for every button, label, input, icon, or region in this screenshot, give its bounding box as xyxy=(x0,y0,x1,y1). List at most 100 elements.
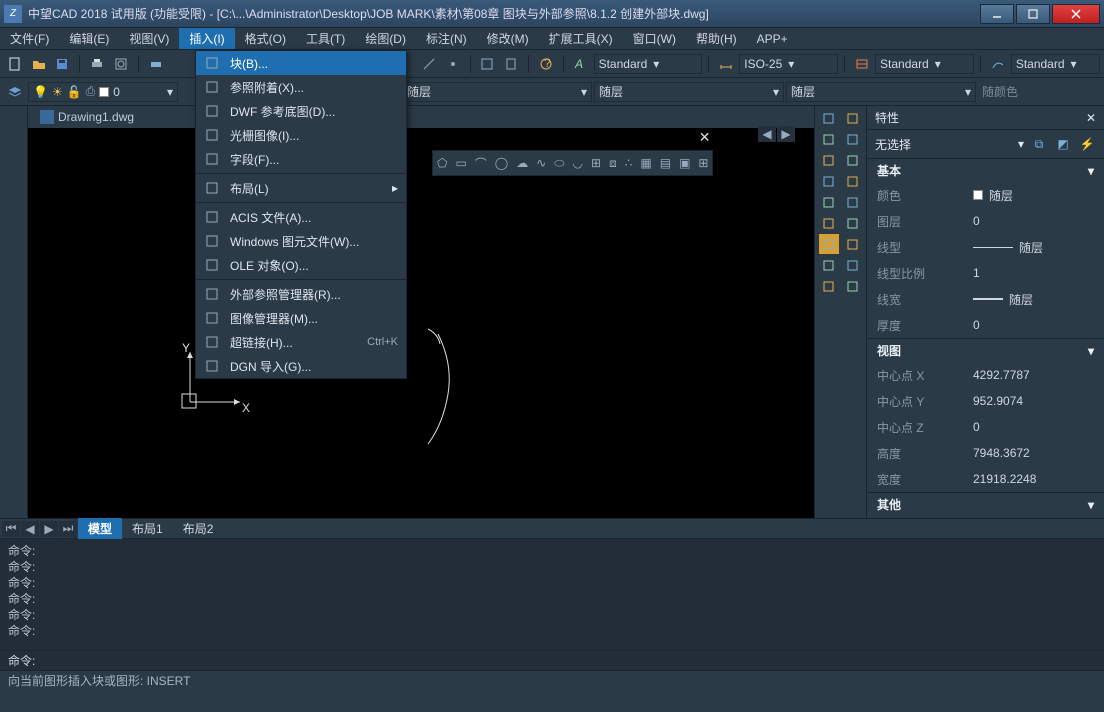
menu-dropdown-item[interactable]: OLE 对象(O)... xyxy=(196,253,406,277)
point-tool-icon[interactable]: ∴ xyxy=(625,156,633,170)
property-row[interactable]: 宽度21918.2248 xyxy=(867,466,1104,492)
point-icon[interactable] xyxy=(442,53,464,75)
property-row[interactable]: 颜色随层 xyxy=(867,182,1104,208)
print-preview-icon[interactable] xyxy=(110,53,132,75)
stretch-icon[interactable] xyxy=(819,192,839,212)
spline-icon[interactable]: ∿ xyxy=(536,156,546,170)
circle-icon[interactable]: ◯ xyxy=(495,156,508,170)
sheet-icon[interactable] xyxy=(500,53,522,75)
ellipse-arc-icon[interactable]: ◡ xyxy=(573,156,583,170)
scale-icon[interactable] xyxy=(843,171,863,191)
region-icon[interactable]: ▣ xyxy=(679,156,690,170)
text-style-icon[interactable]: A xyxy=(570,53,592,75)
floating-draw-toolbar[interactable]: ⬠ ▭ ⌒ ◯ ☁ ∿ ⬭ ◡ ⊞ ⧈ ∴ ▦ ▤ ▣ ⊞ ✕ xyxy=(432,150,713,176)
close-button[interactable] xyxy=(1052,4,1100,24)
new-icon[interactable] xyxy=(4,53,26,75)
polygon-icon[interactable]: ⬠ xyxy=(437,156,447,170)
gradient-icon[interactable]: ▤ xyxy=(660,156,671,170)
property-value[interactable]: 0 xyxy=(973,214,1094,228)
tab-last-icon[interactable]: ⏭ xyxy=(59,521,77,537)
rectangle-icon[interactable]: ▭ xyxy=(455,156,466,170)
tab-first-icon[interactable]: ⏮ xyxy=(2,521,20,537)
layout-tab[interactable]: 布局2 xyxy=(173,518,224,539)
menu-dropdown-item[interactable]: DGN 导入(G)... xyxy=(196,354,406,378)
property-section-header[interactable]: 视图▾ xyxy=(867,338,1104,362)
table-style-icon[interactable] xyxy=(851,53,873,75)
menu-item[interactable]: 视图(V) xyxy=(119,28,179,49)
float-next-icon[interactable]: ▶ xyxy=(777,126,795,142)
grid-icon[interactable] xyxy=(819,276,839,296)
trim-icon[interactable] xyxy=(843,192,863,212)
ellipse-icon[interactable]: ⬭ xyxy=(554,156,564,171)
property-value[interactable]: 随层 xyxy=(973,291,1094,308)
rotate-icon[interactable] xyxy=(819,171,839,191)
menu-item[interactable]: 编辑(E) xyxy=(59,28,119,49)
explode-icon[interactable] xyxy=(843,255,863,275)
property-value[interactable]: 7948.3672 xyxy=(973,446,1094,460)
table-icon[interactable]: ⊞ xyxy=(698,156,708,170)
property-value[interactable]: 0 xyxy=(973,420,1094,434)
property-value[interactable]: 随层 xyxy=(973,239,1094,256)
offset-icon[interactable] xyxy=(843,129,863,149)
properties-icon[interactable] xyxy=(476,53,498,75)
property-row[interactable]: 线型比例1 xyxy=(867,260,1104,286)
dim-style-combo[interactable]: ISO-25▾ xyxy=(739,54,838,74)
property-value[interactable]: 21918.2248 xyxy=(973,472,1094,486)
property-section-header[interactable]: 其他▾ xyxy=(867,492,1104,516)
color-combo[interactable]: 随颜色 xyxy=(978,82,1048,102)
property-value[interactable]: 1 xyxy=(973,266,1094,280)
quick-select-icon[interactable]: ⧉ xyxy=(1030,135,1048,153)
menu-item[interactable]: 窗口(W) xyxy=(623,28,686,49)
command-input[interactable]: 命令: xyxy=(0,650,1104,670)
float-prev-icon[interactable]: ◀ xyxy=(758,126,776,142)
document-tab[interactable]: Drawing1.dwg xyxy=(32,108,142,126)
menu-item[interactable]: 绘图(D) xyxy=(355,28,416,49)
menu-item[interactable]: 修改(M) xyxy=(477,28,539,49)
join-icon[interactable] xyxy=(819,234,839,254)
layer-manager-icon[interactable] xyxy=(4,81,26,103)
array-icon[interactable] xyxy=(819,150,839,170)
menu-dropdown-item[interactable]: 外部参照管理器(R)... xyxy=(196,282,406,306)
move-icon[interactable] xyxy=(843,150,863,170)
menu-dropdown-item[interactable]: 字段(F)... xyxy=(196,147,406,171)
cloud-icon[interactable]: ☁ xyxy=(516,156,528,170)
layout-tab[interactable]: 布局1 xyxy=(122,518,173,539)
table-style-combo[interactable]: Standard▾ xyxy=(875,54,974,74)
make-block-icon[interactable]: ⧈ xyxy=(609,156,617,171)
menu-dropdown-item[interactable]: Windows 图元文件(W)... xyxy=(196,229,406,253)
properties-close-icon[interactable]: ✕ xyxy=(1086,111,1096,125)
float-close-icon[interactable]: ✕ xyxy=(699,129,711,146)
menu-item[interactable]: 扩展工具(X) xyxy=(539,28,623,49)
menu-item[interactable]: 文件(F) xyxy=(0,28,59,49)
extend-icon[interactable] xyxy=(819,213,839,233)
insert-block-icon[interactable]: ⊞ xyxy=(591,156,601,170)
menu-item[interactable]: 插入(I) xyxy=(179,28,234,49)
fillet-icon[interactable] xyxy=(819,255,839,275)
menu-dropdown-item[interactable]: 参照附着(X)... xyxy=(196,75,406,99)
print-icon[interactable] xyxy=(86,53,108,75)
toggle-pinned-icon[interactable]: ⚡ xyxy=(1078,135,1096,153)
tab-next-icon[interactable]: ▶ xyxy=(40,521,58,537)
layout-tab[interactable]: 模型 xyxy=(78,518,122,539)
arc-icon[interactable]: ⌒ xyxy=(475,155,487,172)
menu-dropdown-item[interactable]: DWF 参考底图(D)... xyxy=(196,99,406,123)
property-value[interactable]: 随层 xyxy=(973,187,1094,204)
mline-style-icon[interactable] xyxy=(987,53,1009,75)
property-value[interactable]: 952.9074 xyxy=(973,394,1094,408)
minimize-button[interactable] xyxy=(980,4,1014,24)
property-value[interactable]: 0 xyxy=(973,318,1094,332)
property-row[interactable]: 中心点 Y952.9074 xyxy=(867,388,1104,414)
mline-style-combo[interactable]: Standard▾ xyxy=(1011,54,1100,74)
chamfer-icon[interactable] xyxy=(843,234,863,254)
property-value[interactable]: 4292.7787 xyxy=(973,368,1094,382)
pan-icon[interactable] xyxy=(843,276,863,296)
save-icon[interactable] xyxy=(52,53,74,75)
property-row[interactable]: 高度7948.3672 xyxy=(867,440,1104,466)
menu-dropdown-item[interactable]: 超链接(H)...Ctrl+K xyxy=(196,330,406,354)
menu-dropdown-item[interactable]: ACIS 文件(A)... xyxy=(196,205,406,229)
hatch-icon[interactable]: ▦ xyxy=(640,156,651,170)
text-style-combo[interactable]: Standard▾ xyxy=(594,54,703,74)
menu-item[interactable]: 工具(T) xyxy=(296,28,355,49)
maximize-button[interactable] xyxy=(1016,4,1050,24)
help-icon[interactable]: ? xyxy=(535,53,557,75)
